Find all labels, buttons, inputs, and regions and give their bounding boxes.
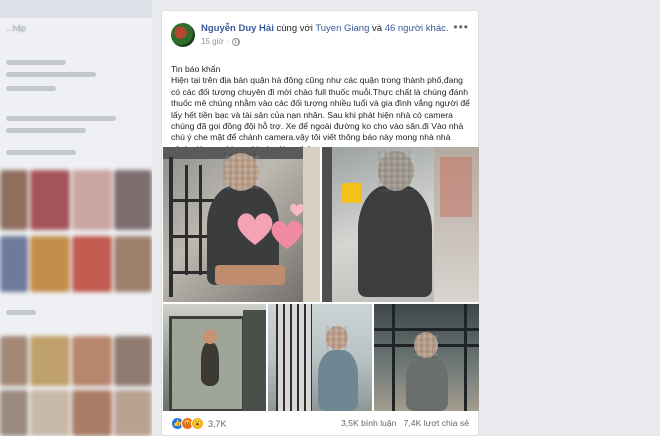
post-body-text: Hiện tại trên địa bàn quận hà đông cũng … xyxy=(171,75,470,153)
photo-1[interactable] xyxy=(163,147,320,302)
author-avatar[interactable] xyxy=(171,23,195,47)
author-name-link[interactable]: Nguyễn Duy Hải xyxy=(201,23,274,34)
post-card: Nguyễn Duy Hải cùng với Tuyen Giang và 4… xyxy=(161,10,479,436)
post-stats: 3,5K bình luận 7,4K lượt chia sẻ xyxy=(341,418,469,428)
comments-count-link[interactable]: 3,5K bình luận xyxy=(341,418,396,428)
photo-2[interactable] xyxy=(322,147,479,302)
photo-5[interactable] xyxy=(374,304,479,411)
reactions-summary[interactable]: 👍 😡 😮 3,7K xyxy=(171,417,227,430)
post-header: Nguyễn Duy Hải cùng với Tuyen Giang và 4… xyxy=(201,23,449,34)
left-sidebar-blurred: ...hập xyxy=(0,0,152,436)
tagged-others-link[interactable]: 46 người khác. xyxy=(385,23,449,34)
with-text: cùng với xyxy=(276,23,313,34)
reaction-count: 3,7K xyxy=(208,418,227,429)
and-text: và xyxy=(372,23,383,34)
more-options-icon[interactable]: ••• xyxy=(453,21,469,33)
photo-4[interactable] xyxy=(268,304,372,411)
heart-sticker-icon xyxy=(289,203,305,217)
left-sidebar-header xyxy=(0,0,152,18)
post-title-line: Tin báo khẩn xyxy=(171,64,221,74)
tagged-user-link[interactable]: Tuyen Giang xyxy=(315,23,369,34)
post-timestamp[interactable]: 15 giờ xyxy=(201,37,224,46)
left-sidebar-title: ...hập xyxy=(6,24,27,33)
post-body: Tin báo khẩn Hiện tại trên địa bàn quận … xyxy=(171,64,471,155)
right-column xyxy=(489,0,660,436)
photo-grid xyxy=(163,147,479,411)
photo-3[interactable] xyxy=(163,304,266,411)
heart-sticker-icon xyxy=(269,219,305,251)
post-meta: 15 giờ · xyxy=(201,37,241,46)
shares-count-link[interactable]: 7,4K lượt chia sẻ xyxy=(404,418,469,428)
globe-icon xyxy=(232,37,241,46)
wow-reaction-icon: 😮 xyxy=(191,417,204,430)
